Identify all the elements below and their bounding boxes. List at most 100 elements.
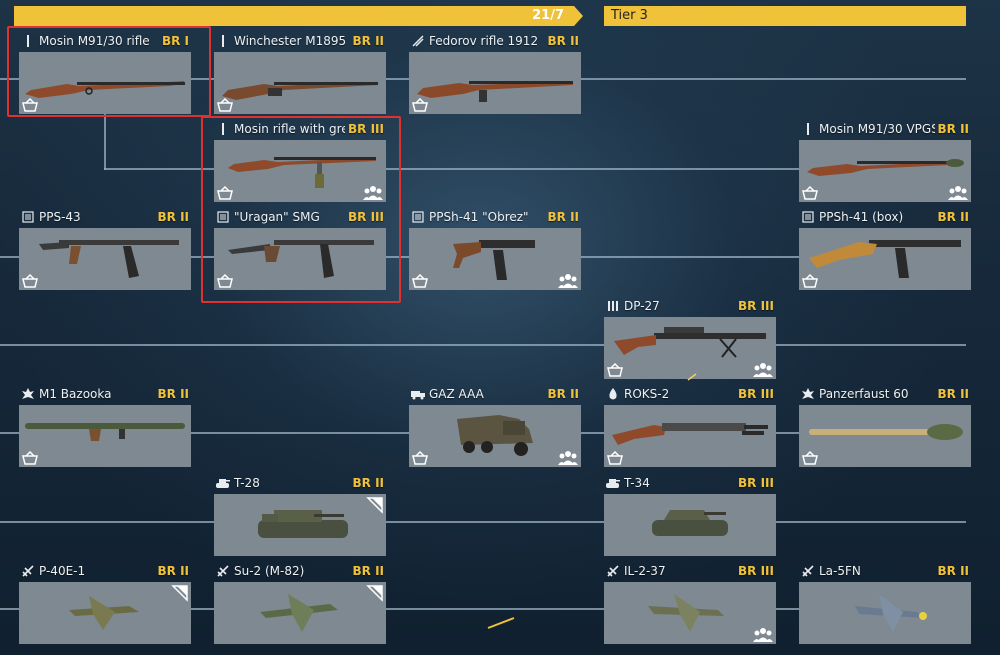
smg-icon [21,210,35,224]
plane-icon [216,564,230,578]
item-name: Winchester M1895 [234,34,347,48]
card-header: PPSh-41 "Obrez" BR II [409,208,581,226]
item-card-mosin-vpgs[interactable]: Mosin M91/30 VPGS BR II [799,120,971,208]
highlight-box [201,116,401,303]
item-name: DP-27 [624,299,660,313]
item-card-ppsh-obrez[interactable]: PPSh-41 "Obrez" BR II [409,208,581,296]
card-header: ROKS-2 BR III [604,385,776,403]
battle-rating: BR III [738,299,774,313]
item-card-gaz-aaa[interactable]: GAZ AAA BR II [409,385,581,473]
item-card-il-2-37[interactable]: IL-2-37 BR III [604,562,776,650]
card-header: IL-2-37 BR III [604,562,776,580]
item-name: IL-2-37 [624,564,666,578]
squad-icon [558,274,578,288]
item-card-panzerfaust-60[interactable]: Panzerfaust 60 BR II [799,385,971,473]
tracer-mark [687,373,697,381]
basket-icon [802,186,818,200]
basket-icon [22,451,38,465]
progress-arrow [574,6,583,26]
item-image [604,317,776,379]
item-card-su-2[interactable]: Su-2 (M-82) BR II [214,562,386,650]
corner-flag-icon [366,497,383,514]
smg-icon [411,210,425,224]
rifle-icon [801,122,815,136]
card-header: PPS-43 BR II [19,208,191,226]
tank-icon [606,476,620,490]
battle-rating: BR III [738,476,774,490]
item-name: Su-2 (M-82) [234,564,305,578]
item-image [214,52,386,114]
launcher-icon [21,387,35,401]
item-card-t-28[interactable]: T-28 BR II [214,474,386,562]
card-header: M1 Bazooka BR II [19,385,191,403]
basket-icon [412,274,428,288]
item-card-ppsh-box[interactable]: PPSh-41 (box) BR II [799,208,971,296]
item-name: PPSh-41 (box) [819,210,904,224]
item-card-la-5fn[interactable]: La-5FN BR II [799,562,971,650]
battle-rating: BR II [937,122,970,136]
card-header: Fedorov rifle 1912 BR II [409,32,581,50]
item-image [19,228,191,290]
card-header: P-40E-1 BR II [19,562,191,580]
item-image [409,228,581,290]
rifle-icon [411,34,425,48]
tier-header: Tier 3 [604,6,966,26]
basket-icon [217,98,233,112]
card-header: Mosin M91/30 VPGS BR II [799,120,971,138]
basket-icon [607,451,623,465]
item-card-pps-43[interactable]: PPS-43 BR II [19,208,191,296]
item-name: P-40E-1 [39,564,86,578]
item-name: T-34 [624,476,650,490]
item-name: Fedorov rifle 1912 [429,34,539,48]
tank-icon [216,476,230,490]
basket-icon [22,274,38,288]
item-image [799,228,971,290]
tier-label: Tier 3 [611,8,648,23]
item-image [799,405,971,467]
research-progress-bar: 21/7 [14,6,574,26]
battle-rating: BR II [352,476,385,490]
item-card-winchester-m1895[interactable]: Winchester M1895 BR II [214,32,386,120]
battle-rating: BR II [352,34,385,48]
card-header: T-28 BR II [214,474,386,492]
battle-rating: BR III [738,387,774,401]
machine-gun-icon [606,299,620,313]
card-header: DP-27 BR III [604,297,776,315]
card-header: Winchester M1895 BR II [214,32,386,50]
basket-icon [607,363,623,377]
tree-line [0,521,966,523]
item-image [214,582,386,644]
item-image [604,405,776,467]
squad-icon [948,186,968,200]
squad-icon [558,451,578,465]
battle-rating: BR III [738,564,774,578]
item-image [799,140,971,202]
launcher-icon [801,387,815,401]
smg-icon [801,210,815,224]
battle-rating: BR II [937,210,970,224]
item-image [799,582,971,644]
tree-line [0,344,966,346]
item-image [604,494,776,556]
item-card-roks-2[interactable]: ROKS-2 BR III [604,385,776,473]
truck-icon [411,387,425,401]
battle-rating: BR II [157,387,190,401]
item-card-t-34[interactable]: T-34 BR III [604,474,776,562]
card-header: GAZ AAA BR II [409,385,581,403]
item-image [604,582,776,644]
rifle-icon [216,34,230,48]
squad-icon [753,363,773,377]
item-card-m1-bazooka[interactable]: M1 Bazooka BR II [19,385,191,473]
item-card-p-40e-1[interactable]: P-40E-1 BR II [19,562,191,650]
battle-rating: BR II [937,387,970,401]
item-image [19,405,191,467]
battle-rating: BR II [352,564,385,578]
basket-icon [802,451,818,465]
item-image [409,405,581,467]
item-card-fedorov-1912[interactable]: Fedorov rifle 1912 BR II [409,32,581,120]
plane-icon [21,564,35,578]
card-header: Panzerfaust 60 BR II [799,385,971,403]
progress-text: 21/7 [532,8,564,23]
basket-icon [412,451,428,465]
basket-icon [802,274,818,288]
